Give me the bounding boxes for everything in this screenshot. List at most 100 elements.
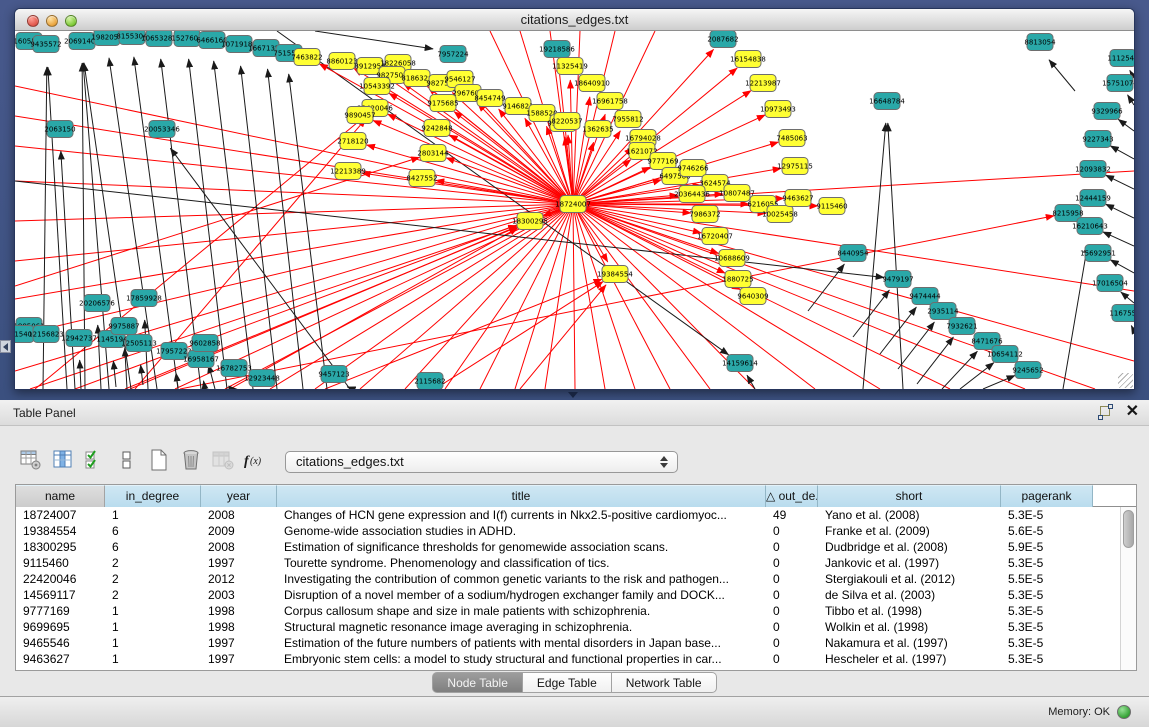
- graph-node[interactable]: 19218586: [539, 41, 575, 58]
- graph-node[interactable]: 18640910: [574, 75, 610, 92]
- graph-node[interactable]: 8813054: [1024, 34, 1056, 51]
- graph-node[interactable]: 9457123: [318, 366, 349, 383]
- graph-node[interactable]: 2935114: [927, 303, 959, 320]
- function-builder-icon[interactable]: f(x): [242, 447, 268, 473]
- float-panel-button[interactable]: [1098, 406, 1113, 420]
- graph-node[interactable]: 16154838: [730, 51, 766, 68]
- graph-node[interactable]: 7955812: [612, 111, 643, 128]
- graph-node[interactable]: 7957224: [437, 46, 469, 63]
- collapsed-panel-arrow-button[interactable]: [0, 340, 11, 353]
- graph-node[interactable]: 1880725: [722, 271, 753, 288]
- graph-node[interactable]: 12942737: [61, 330, 97, 347]
- graph-node[interactable]: 15751074: [1102, 75, 1134, 92]
- column-header-out-de-[interactable]: △ out_de...: [766, 485, 818, 507]
- graph-node[interactable]: 9777169: [647, 153, 678, 170]
- graph-node[interactable]: 9602858: [189, 335, 220, 352]
- graph-node[interactable]: 16958167: [183, 351, 219, 368]
- graph-node[interactable]: 9435572: [30, 36, 61, 53]
- graph-node[interactable]: 2718120: [337, 133, 368, 150]
- graph-node[interactable]: 16210643: [1072, 218, 1108, 235]
- create-column-icon[interactable]: [146, 447, 172, 473]
- graph-node[interactable]: 10807487: [719, 185, 755, 202]
- graph-node[interactable]: 9242848: [421, 120, 452, 137]
- tab-node-table[interactable]: Node Table: [432, 672, 523, 693]
- splitter-collapse-handle[interactable]: [568, 392, 578, 398]
- graph-node[interactable]: 9175685: [427, 95, 458, 112]
- column-header-title[interactable]: title: [277, 485, 766, 507]
- memory-status-indicator[interactable]: [1117, 705, 1131, 719]
- table-row[interactable]: 969969511998Structural magnetic resonanc…: [16, 619, 1120, 635]
- column-header-year[interactable]: year: [201, 485, 277, 507]
- graph-node[interactable]: 7986372: [689, 206, 720, 223]
- graph-node[interactable]: 8427552: [406, 170, 437, 187]
- table-selector-dropdown[interactable]: citations_edges.txt: [285, 451, 678, 473]
- delete-column-icon[interactable]: [178, 447, 204, 473]
- graph-node[interactable]: 9329966: [1091, 103, 1123, 120]
- graph-node[interactable]: 9479197: [882, 271, 913, 288]
- column-header-short[interactable]: short: [818, 485, 1001, 507]
- graph-node[interactable]: 2063150: [44, 121, 75, 138]
- tab-edge-table[interactable]: Edge Table: [523, 672, 612, 693]
- table-mode-icon[interactable]: [18, 447, 44, 473]
- graph-node[interactable]: 7485063: [776, 130, 807, 147]
- graph-node[interactable]: 12923448: [244, 370, 280, 387]
- column-header-pagerank[interactable]: pagerank: [1001, 485, 1093, 507]
- graph-node[interactable]: 8860123: [326, 53, 357, 70]
- graph-node[interactable]: 18300295: [512, 213, 548, 230]
- graph-node[interactable]: 1112544: [1107, 50, 1134, 67]
- table-row[interactable]: 1830029562008Estimation of significance …: [16, 539, 1120, 555]
- graph-node[interactable]: 9975887: [108, 318, 139, 335]
- graph-node[interactable]: 12975115: [777, 158, 813, 175]
- graph-node[interactable]: 2087682: [707, 31, 738, 48]
- graph-node[interactable]: 9640309: [737, 288, 768, 305]
- window-resize-grip[interactable]: [1118, 373, 1133, 388]
- graph-node[interactable]: 9245652: [1012, 362, 1043, 379]
- graph-node[interactable]: 8440954: [837, 245, 869, 262]
- graph-node[interactable]: 9227343: [1082, 131, 1113, 148]
- graph-node[interactable]: 12505113: [121, 335, 157, 352]
- graph-node[interactable]: 18724007: [555, 196, 591, 213]
- graph-node[interactable]: 16720407: [697, 228, 733, 245]
- graph-node[interactable]: 2803144: [417, 145, 449, 162]
- graph-node[interactable]: 17016504: [1092, 275, 1128, 292]
- table-row[interactable]: 1872400712008Changes of HCN gene express…: [16, 507, 1120, 523]
- graph-node[interactable]: 15692951: [1080, 245, 1116, 262]
- graph-node[interactable]: 8454749: [474, 90, 505, 107]
- table-row[interactable]: 946362711997Embryonic stem cells: a mode…: [16, 651, 1120, 667]
- graph-node[interactable]: 10543392: [359, 78, 395, 95]
- network-canvas[interactable]: 1605514943557220691406198205581553041065…: [15, 31, 1134, 389]
- graph-node[interactable]: 20053346: [144, 121, 180, 138]
- table-row[interactable]: 946554611997Estimation of the future num…: [16, 635, 1120, 651]
- table-row[interactable]: 1938455462009Genome-wide association stu…: [16, 523, 1120, 539]
- graph-node[interactable]: 8220537: [551, 113, 582, 130]
- network-view-window[interactable]: citations_edges.txt 16055149435572206914…: [14, 8, 1135, 390]
- show-columns-icon[interactable]: [50, 447, 76, 473]
- column-header-name[interactable]: name: [16, 485, 105, 507]
- graph-node[interactable]: 20206576: [79, 295, 115, 312]
- table-row[interactable]: 2242004622012Investigating the contribut…: [16, 571, 1120, 587]
- graph-node[interactable]: 10025458: [762, 206, 798, 223]
- column-header-in-degree[interactable]: in_degree: [105, 485, 201, 507]
- table-row[interactable]: 1456911722003Disruption of a novel membe…: [16, 587, 1120, 603]
- table-row[interactable]: 977716911998Corpus callosum shape and si…: [16, 603, 1120, 619]
- tab-network-table[interactable]: Network Table: [612, 672, 717, 693]
- graph-node[interactable]: 1167553: [1109, 305, 1134, 322]
- graph-node[interactable]: 12213987: [745, 75, 781, 92]
- graph-node[interactable]: 9746266: [677, 160, 709, 177]
- close-panel-button[interactable]: ✕: [1126, 403, 1139, 421]
- graph-node[interactable]: 12213389: [330, 163, 366, 180]
- graph-node[interactable]: 12444159: [1075, 190, 1111, 207]
- graph-node[interactable]: 14159614: [722, 355, 758, 372]
- scrollbar-thumb[interactable]: [1123, 510, 1134, 548]
- graph-node[interactable]: 19384554: [597, 266, 633, 283]
- graph-node[interactable]: 11325419: [552, 58, 588, 75]
- graph-node[interactable]: 7932621: [946, 318, 977, 335]
- graph-node[interactable]: 9115460: [816, 198, 847, 215]
- graph-node[interactable]: 16648784: [869, 93, 905, 110]
- graph-node[interactable]: 10654112: [987, 346, 1023, 363]
- graph-node[interactable]: 12093832: [1075, 161, 1111, 178]
- graph-node[interactable]: 1362635: [582, 121, 613, 138]
- table-vertical-scrollbar[interactable]: [1120, 507, 1136, 670]
- row-height-icon[interactable]: [114, 447, 140, 473]
- graph-node[interactable]: 17859928: [126, 290, 162, 307]
